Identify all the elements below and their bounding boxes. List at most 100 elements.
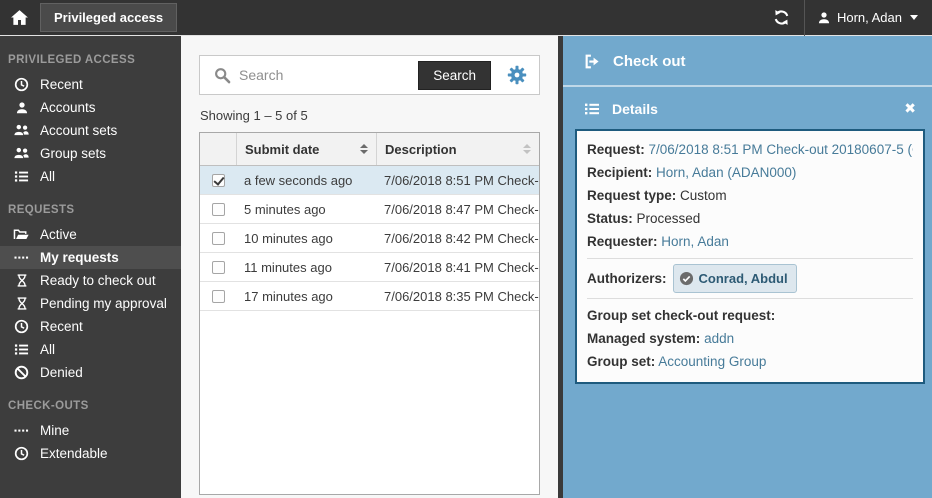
column-header-submit-date[interactable]: Submit date [236,133,376,165]
sidebar-item-extendable[interactable]: Extendable [0,442,181,465]
sidebar-section-check-outs: CHECK-OUTS [0,400,181,412]
app-window: Privileged access Horn, Adan [0,0,932,498]
refresh-button[interactable] [759,0,804,36]
managed-system-field: Managed system: addn [587,327,913,350]
top-bar: Privileged access Horn, Adan [0,0,932,36]
sidebar-item-label: Accounts [40,100,96,115]
sort-icon[interactable] [360,144,368,154]
table-row[interactable]: 5 minutes ago 7/06/2018 8:47 PM Check-ou… [200,195,539,224]
home-button[interactable] [0,0,38,36]
privileged-access-button[interactable]: Privileged access [40,3,177,32]
sidebar-section-privileged-access: PRIVILEGED ACCESS [0,54,181,66]
ban-icon [12,365,31,380]
check-out-label: Check out [613,53,686,70]
submit-date-cell: 11 minutes ago [236,253,376,281]
group-set-link[interactable]: Accounting Group [658,354,766,369]
sidebar-item-my-requests[interactable]: My requests [0,246,181,269]
divider [587,258,913,259]
users-icon [12,146,31,161]
sidebar-item-account-sets[interactable]: Account sets [0,119,181,142]
sidebar-item-label: Recent [40,77,83,92]
submit-date-cell: 10 minutes ago [236,224,376,252]
clock-icon [12,77,31,92]
search-bar: Search [199,55,540,95]
sidebar-item-label: All [40,169,55,184]
authorizer-name: Conrad, Abdul [699,267,788,290]
request-link[interactable]: 7/06/2018 8:51 PM Check-out 20180607-5 (… [649,142,913,157]
search-icon [214,67,231,84]
home-icon [10,9,29,26]
sidebar-item-label: Recent [40,319,83,334]
submit-date-cell: a few seconds ago [236,166,376,194]
submit-date-cell: 5 minutes ago [236,195,376,223]
requests-list-panel: Search [181,36,558,498]
gear-icon[interactable] [507,65,527,85]
table-row[interactable]: 11 minutes ago 7/06/2018 8:41 PM Check-o… [200,253,539,282]
user-menu-button[interactable]: Horn, Adan [805,0,932,36]
top-bar-right: Horn, Adan [759,0,932,36]
table-row[interactable]: a few seconds ago 7/06/2018 8:51 PM Chec… [200,166,539,195]
table-header-row: Submit date Description [200,133,539,166]
submit-date-cell: 17 minutes ago [236,282,376,310]
sidebar-item-all-access[interactable]: All [0,165,181,188]
detail-panel: Check out Details ✖ Request: 7/06/2018 8… [563,36,932,498]
sidebar-item-active[interactable]: Active [0,223,181,246]
sidebar-item-recent-requests[interactable]: Recent [0,315,181,338]
recipient-field: Recipient: Horn, Adan (ADAN000) [587,161,913,184]
description-cell: 7/06/2018 8:35 PM Check-out [376,282,539,310]
sidebar-item-label: My requests [40,250,119,265]
refresh-icon [773,9,790,26]
sidebar-item-recent[interactable]: Recent [0,73,181,96]
hourglass-icon [12,273,31,288]
sidebar-item-denied[interactable]: Denied [0,361,181,384]
authorizer-badge[interactable]: Conrad, Abdul [673,264,797,293]
folder-open-icon [12,227,31,242]
details-card: Request: 7/06/2018 8:51 PM Check-out 201… [575,129,925,384]
description-cell: 7/06/2018 8:41 PM Check-out [376,253,539,281]
row-checkbox[interactable] [212,232,225,245]
sidebar-item-ready-to-check-out[interactable]: Ready to check out [0,269,181,292]
column-header-description[interactable]: Description [376,133,539,165]
hourglass-icon [12,296,31,311]
sidebar-item-all-requests[interactable]: All [0,338,181,361]
sidebar-item-label: Account sets [40,123,117,138]
requester-link[interactable]: Horn, Adan [661,234,729,249]
row-checkbox[interactable] [212,290,225,303]
search-button[interactable]: Search [418,61,491,90]
authorizers-field: Authorizers: Conrad, Abdul [587,264,913,293]
sidebar-item-accounts[interactable]: Accounts [0,96,181,119]
select-all-column [200,133,236,165]
table-row[interactable]: 17 minutes ago 7/06/2018 8:35 PM Check-o… [200,282,539,311]
status-field: Status: Processed [587,207,913,230]
sidebar-section-requests: REQUESTS [0,204,181,216]
group-set-request-label: Group set check-out request: [587,304,913,327]
sidebar-item-pending-my-approval[interactable]: Pending my approval [0,292,181,315]
sign-out-icon [584,53,601,70]
description-cell: 7/06/2018 8:51 PM Check-out [376,166,539,194]
row-checkbox[interactable] [212,261,225,274]
sidebar-item-group-sets[interactable]: Group sets [0,142,181,165]
sort-icon[interactable] [523,144,531,154]
users-icon [12,123,31,138]
sidebar-item-label: Denied [40,365,83,380]
description-cell: 7/06/2018 8:42 PM Check-out [376,224,539,252]
chevron-down-icon [910,15,918,20]
row-checkbox[interactable] [212,203,225,216]
clock-icon [12,319,31,334]
sidebar-item-mine[interactable]: Mine [0,419,181,442]
sidebar-item-label: Extendable [40,446,108,461]
details-header: Details ✖ [563,87,932,127]
recipient-link[interactable]: Horn, Adan (ADAN000) [656,165,796,180]
managed-system-link[interactable]: addn [704,331,734,346]
sidebar-item-label: Group sets [40,146,106,161]
sidebar-item-label: Mine [40,423,69,438]
row-checkbox[interactable] [212,174,225,187]
table-row[interactable]: 10 minutes ago 7/06/2018 8:42 PM Check-o… [200,224,539,253]
close-icon[interactable]: ✖ [900,100,920,117]
sidebar-item-label: Ready to check out [40,273,156,288]
check-out-button[interactable]: Check out [563,36,932,85]
search-input[interactable] [231,67,418,83]
sidebar-item-label: All [40,342,55,357]
user-name: Horn, Adan [837,10,902,25]
request-type-field: Request type: Custom [587,184,913,207]
